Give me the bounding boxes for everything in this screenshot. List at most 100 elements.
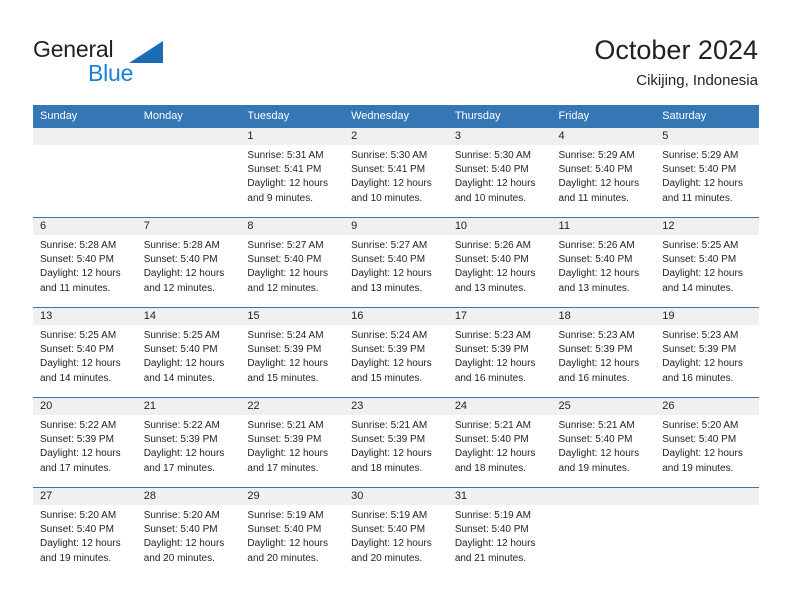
- calendar-day-cell[interactable]: 28 Sunrise: 5:20 AM Sunset: 5:40 PM Dayligh…: [136, 487, 241, 577]
- weekday-header-tuesday: Tuesday: [240, 105, 345, 128]
- calendar-day-cell[interactable]: 18 Sunrise: 5:23 AM Sunset: 5:39 PM Dayligh…: [551, 307, 656, 398]
- sunrise-time: Sunrise: 5:23 AM: [662, 330, 739, 341]
- calendar-day-cell[interactable]: 8 Sunrise: 5:27 AM Sunset: 5:40 PM Daylight…: [240, 217, 345, 308]
- daylight-duration-line1: Daylight: 12 hours: [247, 178, 329, 190]
- day-number: 9: [344, 218, 448, 235]
- calendar-day-cell[interactable]: 27 Sunrise: 5:20 AM Sunset: 5:40 PM Dayligh…: [33, 487, 137, 577]
- calendar-day-cell[interactable]: 20 Sunrise: 5:22 AM Sunset: 5:39 PM Dayligh…: [33, 397, 137, 488]
- weekday-header-monday: Monday: [136, 105, 241, 128]
- calendar-day-cell[interactable]: 4 Sunrise: 5:29 AM Sunset: 5:40 PM Daylight…: [551, 127, 656, 218]
- sunset-time: Sunset: 5:40 PM: [454, 164, 529, 176]
- day-details: Sunrise: 5:27 AM Sunset: 5:40 PM Daylight:…: [344, 235, 448, 296]
- sunrise-time: Sunrise: 5:29 AM: [662, 150, 739, 161]
- daylight-duration-line1: Daylight: 12 hours: [558, 448, 640, 460]
- calendar-day-cell[interactable]: 17 Sunrise: 5:23 AM Sunset: 5:39 PM Dayligh…: [447, 307, 552, 398]
- daylight-duration-line2: and 13 minutes.: [558, 282, 630, 294]
- daylight-duration-line2: and 15 minutes.: [247, 372, 319, 384]
- daylight-duration-line2: and 12 minutes.: [247, 282, 319, 294]
- day-number: [33, 128, 137, 145]
- sunset-time: Sunset: 5:39 PM: [454, 344, 529, 356]
- calendar-body: 1 Sunrise: 5:31 AM Sunset: 5:41 PM Daylight…: [33, 127, 759, 577]
- calendar-day-cell[interactable]: 31 Sunrise: 5:19 AM Sunset: 5:40 PM Dayligh…: [447, 487, 552, 577]
- day-number: 19: [655, 308, 759, 325]
- day-number: [655, 488, 759, 505]
- calendar-day-cell[interactable]: 25 Sunrise: 5:21 AM Sunset: 5:40 PM Dayligh…: [551, 397, 656, 488]
- calendar-day-cell[interactable]: 13 Sunrise: 5:25 AM Sunset: 5:40 PM Dayligh…: [33, 307, 137, 398]
- day-number: 26: [655, 398, 759, 415]
- day-number: 28: [136, 488, 241, 505]
- calendar-day-cell[interactable]: 22 Sunrise: 5:21 AM Sunset: 5:39 PM Dayligh…: [240, 397, 345, 488]
- day-details: Sunrise: 5:20 AM Sunset: 5:40 PM Daylight:…: [33, 505, 137, 566]
- sunrise-time: Sunrise: 5:21 AM: [247, 420, 324, 431]
- day-number: 13: [33, 308, 137, 325]
- calendar-day-cell[interactable]: 10 Sunrise: 5:26 AM Sunset: 5:40 PM Dayligh…: [447, 217, 552, 308]
- day-details: Sunrise: 5:30 AM Sunset: 5:40 PM Daylight:…: [448, 145, 552, 206]
- calendar-day-cell[interactable]: 2 Sunrise: 5:30 AM Sunset: 5:41 PM Daylight…: [344, 127, 448, 218]
- day-details: Sunrise: 5:30 AM Sunset: 5:41 PM Daylight:…: [344, 145, 448, 206]
- daylight-duration-line2: and 15 minutes.: [351, 372, 423, 384]
- weekday-header-saturday: Saturday: [655, 105, 759, 128]
- day-details: Sunrise: 5:21 AM Sunset: 5:40 PM Daylight:…: [448, 415, 552, 476]
- daylight-duration-line2: and 11 minutes.: [662, 192, 733, 204]
- calendar-day-cell[interactable]: 5 Sunrise: 5:29 AM Sunset: 5:40 PM Daylight…: [655, 127, 759, 218]
- daylight-duration-line1: Daylight: 12 hours: [454, 538, 536, 550]
- sunrise-sunset-calendar: Sunday Monday Tuesday Wednesday Thursday Frid…: [33, 105, 759, 577]
- sunset-time: Sunset: 5:40 PM: [351, 254, 426, 266]
- day-number: 18: [551, 308, 656, 325]
- sunset-time: Sunset: 5:41 PM: [351, 164, 426, 176]
- calendar-day-cell[interactable]: 9 Sunrise: 5:27 AM Sunset: 5:40 PM Daylight…: [344, 217, 448, 308]
- sunset-time: Sunset: 5:40 PM: [143, 344, 218, 356]
- day-number: 29: [240, 488, 345, 505]
- calendar-day-cell[interactable]: 29 Sunrise: 5:19 AM Sunset: 5:40 PM Dayligh…: [240, 487, 345, 577]
- day-number: 8: [240, 218, 345, 235]
- sunrise-time: Sunrise: 5:21 AM: [558, 420, 635, 431]
- sunrise-time: Sunrise: 5:20 AM: [40, 510, 117, 521]
- daylight-duration-line2: and 19 minutes.: [662, 462, 734, 474]
- calendar-day-cell[interactable]: 15 Sunrise: 5:24 AM Sunset: 5:39 PM Dayligh…: [240, 307, 345, 398]
- day-details: Sunrise: 5:27 AM Sunset: 5:40 PM Daylight:…: [240, 235, 344, 296]
- sunrise-time: Sunrise: 5:20 AM: [143, 510, 220, 521]
- title-block: October 2024 Cikijing, Indonesia: [594, 34, 758, 92]
- logo-triangle-icon: [129, 41, 163, 63]
- day-details: Sunrise: 5:19 AM Sunset: 5:40 PM Daylight:…: [448, 505, 552, 566]
- sunset-time: Sunset: 5:40 PM: [351, 524, 426, 536]
- calendar-day-cell[interactable]: 3 Sunrise: 5:30 AM Sunset: 5:40 PM Daylight…: [447, 127, 552, 218]
- calendar-day-cell[interactable]: 1 Sunrise: 5:31 AM Sunset: 5:41 PM Daylight…: [240, 127, 345, 218]
- calendar-day-cell[interactable]: 11 Sunrise: 5:26 AM Sunset: 5:40 PM Dayligh…: [551, 217, 656, 308]
- day-number: 5: [655, 128, 759, 145]
- daylight-duration-line1: Daylight: 12 hours: [143, 448, 225, 460]
- sunset-time: Sunset: 5:40 PM: [662, 434, 737, 446]
- sunrise-time: Sunrise: 5:19 AM: [454, 510, 531, 521]
- sunrise-time: Sunrise: 5:24 AM: [351, 330, 428, 341]
- calendar-day-cell[interactable]: 16 Sunrise: 5:24 AM Sunset: 5:39 PM Dayligh…: [344, 307, 448, 398]
- calendar-day-cell[interactable]: 7 Sunrise: 5:28 AM Sunset: 5:40 PM Daylight…: [136, 217, 241, 308]
- calendar-day-cell[interactable]: 30 Sunrise: 5:19 AM Sunset: 5:40 PM Dayligh…: [344, 487, 448, 577]
- day-number: 22: [240, 398, 345, 415]
- day-number: 30: [344, 488, 448, 505]
- day-details: Sunrise: 5:29 AM Sunset: 5:40 PM Daylight:…: [655, 145, 759, 206]
- calendar-day-cell[interactable]: 26 Sunrise: 5:20 AM Sunset: 5:40 PM Dayligh…: [655, 397, 759, 488]
- day-details: Sunrise: 5:28 AM Sunset: 5:40 PM Daylight:…: [137, 235, 241, 296]
- general-blue-logo[interactable]: General Blue: [33, 36, 213, 88]
- daylight-duration-line1: Daylight: 12 hours: [662, 358, 743, 370]
- calendar-day-cell[interactable]: 12 Sunrise: 5:25 AM Sunset: 5:40 PM Dayligh…: [655, 217, 759, 308]
- sunset-time: Sunset: 5:40 PM: [454, 434, 529, 446]
- day-details: Sunrise: 5:31 AM Sunset: 5:41 PM Daylight:…: [240, 145, 344, 206]
- calendar-day-cell[interactable]: 6 Sunrise: 5:28 AM Sunset: 5:40 PM Daylight…: [33, 217, 137, 308]
- sunrise-time: Sunrise: 5:28 AM: [40, 240, 117, 251]
- sunrise-time: Sunrise: 5:19 AM: [351, 510, 428, 521]
- page-subtitle-location: Cikijing, Indonesia: [636, 72, 758, 89]
- daylight-duration-line2: and 21 minutes.: [454, 552, 526, 564]
- sunset-time: Sunset: 5:40 PM: [454, 254, 529, 266]
- sunset-time: Sunset: 5:40 PM: [40, 524, 114, 536]
- calendar-day-cell[interactable]: 14 Sunrise: 5:25 AM Sunset: 5:40 PM Dayligh…: [136, 307, 241, 398]
- day-number: 4: [551, 128, 656, 145]
- sunrise-time: Sunrise: 5:25 AM: [662, 240, 739, 251]
- calendar-day-cell[interactable]: 24 Sunrise: 5:21 AM Sunset: 5:40 PM Dayligh…: [447, 397, 552, 488]
- calendar-day-cell[interactable]: 21 Sunrise: 5:22 AM Sunset: 5:39 PM Dayligh…: [136, 397, 241, 488]
- calendar-day-cell[interactable]: 19 Sunrise: 5:23 AM Sunset: 5:39 PM Dayligh…: [655, 307, 759, 398]
- daylight-duration-line2: and 20 minutes.: [143, 552, 215, 564]
- calendar-day-cell[interactable]: 23 Sunrise: 5:21 AM Sunset: 5:39 PM Dayligh…: [344, 397, 448, 488]
- day-number: 31: [447, 488, 552, 505]
- day-details: Sunrise: 5:26 AM Sunset: 5:40 PM Daylight:…: [448, 235, 552, 296]
